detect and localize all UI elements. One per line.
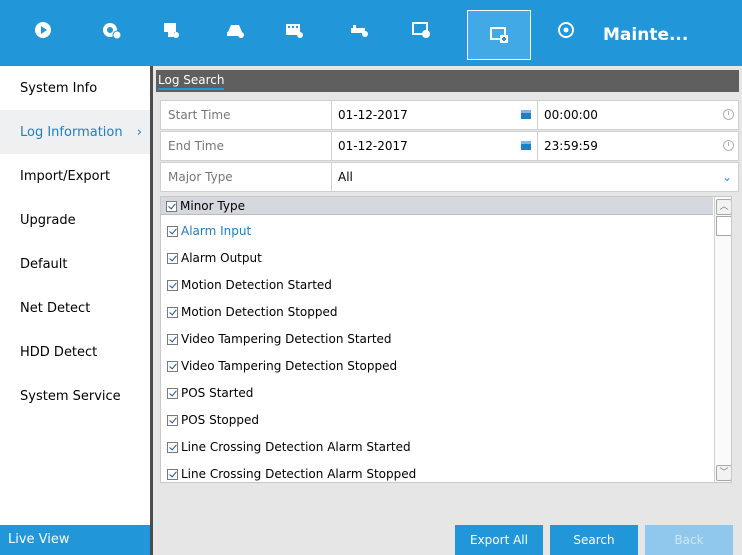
list-item-label: Alarm Output xyxy=(181,251,262,265)
checkbox[interactable] xyxy=(167,360,178,372)
list-item-label: Video Tampering Detection Started xyxy=(181,332,392,346)
back-button[interactable]: Back xyxy=(645,525,733,555)
sidebar-item-label: System Info xyxy=(20,80,98,96)
sidebar-item-label: Default xyxy=(20,256,68,272)
list-item-label: Motion Detection Stopped xyxy=(181,305,338,319)
sidebar-item-label: Upgrade xyxy=(20,212,76,228)
list-item[interactable]: Line Crossing Detection Alarm Stopped xyxy=(167,464,417,482)
checkbox[interactable] xyxy=(167,387,178,399)
panel-header: Log Search xyxy=(156,70,739,92)
list-item-label: Alarm Input xyxy=(181,224,252,238)
main-content: Log Search Start Time 01-12-2017 00:00:0… xyxy=(153,66,742,555)
live-view-button[interactable]: Live View xyxy=(0,525,150,555)
record-icon[interactable] xyxy=(152,12,190,48)
minor-type-header-checkbox[interactable]: Minor Type xyxy=(166,198,245,214)
list-item-label: POS Started xyxy=(181,386,254,400)
end-time-row: End Time 01-12-2017 23:59:59 xyxy=(160,131,739,161)
end-time-label: End Time xyxy=(161,132,332,160)
checkbox[interactable] xyxy=(167,414,178,426)
minor-type-list: Minor Type Alarm Input Alarm Output Moti… xyxy=(160,196,732,483)
chevron-down-icon[interactable]: ⌄ xyxy=(722,163,732,191)
list-item[interactable]: Video Tampering Detection Started xyxy=(167,329,392,349)
end-date-field[interactable]: 01-12-2017 xyxy=(332,132,538,160)
sidebar-item-system-service[interactable]: System Service xyxy=(0,374,150,418)
checkbox[interactable] xyxy=(167,225,178,237)
list-item[interactable]: Alarm Output xyxy=(167,248,262,268)
sidebar-item-upgrade[interactable]: Upgrade xyxy=(0,198,150,242)
major-type-row: Major Type All ⌄ xyxy=(160,162,739,192)
video-settings-icon[interactable] xyxy=(275,12,313,48)
list-item[interactable]: POS Stopped xyxy=(167,410,259,430)
major-type-label: Major Type xyxy=(161,163,332,191)
list-item-label: POS Stopped xyxy=(181,413,260,427)
list-item[interactable]: POS Started xyxy=(167,383,253,403)
start-date-field[interactable]: 01-12-2017 xyxy=(332,101,538,129)
calendar-icon[interactable] xyxy=(521,141,531,150)
sidebar-item-import-export[interactable]: Import/Export xyxy=(0,154,150,198)
checkbox[interactable] xyxy=(167,468,178,480)
export-all-button[interactable]: Export All xyxy=(455,525,543,555)
sidebar-item-label: HDD Detect xyxy=(20,344,98,360)
list-item[interactable]: Motion Detection Stopped xyxy=(167,302,338,322)
minor-type-header-label: Minor Type xyxy=(180,199,245,213)
list-item-label: Line Crossing Detection Alarm Started xyxy=(181,440,411,454)
start-time-field[interactable]: 00:00:00 xyxy=(538,101,738,129)
network-icon[interactable] xyxy=(340,12,378,48)
sidebar-item-label: System Service xyxy=(20,388,121,404)
checkbox[interactable] xyxy=(166,200,177,212)
end-time-field[interactable]: 23:59:59 xyxy=(538,132,738,160)
clock-icon[interactable] xyxy=(723,109,734,120)
list-item-label: Motion Detection Started xyxy=(181,278,332,292)
camera-settings-icon[interactable] xyxy=(92,12,130,48)
start-time-label: Start Time xyxy=(161,101,332,129)
major-type-select[interactable]: All xyxy=(332,163,732,191)
list-item[interactable]: Motion Detection Started xyxy=(167,275,332,295)
scrollbar[interactable]: ︿ ﹀ xyxy=(714,197,731,482)
top-navigation-bar: Mainte... xyxy=(0,0,742,66)
list-item[interactable]: Line Crossing Detection Alarm Started xyxy=(167,437,411,457)
tab-log-search[interactable]: Log Search xyxy=(158,73,225,90)
list-item-label: Video Tampering Detection Stopped xyxy=(181,359,398,373)
sidebar-item-label: Net Detect xyxy=(20,300,91,316)
scrollbar-thumb[interactable] xyxy=(716,216,731,236)
system-config-icon[interactable] xyxy=(402,12,440,48)
checkbox[interactable] xyxy=(167,306,178,318)
checkbox[interactable] xyxy=(167,441,178,453)
list-item[interactable]: Video Tampering Detection Stopped xyxy=(167,356,397,376)
sidebar-item-default[interactable]: Default xyxy=(0,242,150,286)
list-item-label: Line Crossing Detection Alarm Stopped xyxy=(181,467,417,481)
sidebar-item-net-detect[interactable]: Net Detect xyxy=(0,286,150,330)
sidebar: System Info Log Information › Import/Expo… xyxy=(0,66,150,555)
sidebar-item-system-info[interactable]: System Info xyxy=(0,66,150,110)
sidebar-item-log-information[interactable]: Log Information › xyxy=(0,110,150,154)
chevron-right-icon: › xyxy=(136,124,142,140)
checkbox[interactable] xyxy=(167,252,178,264)
sidebar-item-hdd-detect[interactable]: HDD Detect xyxy=(0,330,150,374)
scroll-up-icon[interactable]: ︿ xyxy=(716,199,731,215)
minor-type-header: Minor Type xyxy=(161,197,713,215)
scroll-down-icon[interactable]: ﹀ xyxy=(716,465,731,481)
sidebar-item-label: Log Information xyxy=(20,124,123,140)
list-item[interactable]: Alarm Input xyxy=(167,221,251,241)
clock-icon[interactable] xyxy=(723,140,734,151)
menu-label[interactable]: Mainte... xyxy=(603,25,688,45)
maintenance-icon[interactable] xyxy=(467,10,531,60)
calendar-icon[interactable] xyxy=(521,110,531,119)
checkbox[interactable] xyxy=(167,279,178,291)
search-button[interactable]: Search xyxy=(550,525,638,555)
playback-icon[interactable] xyxy=(24,12,62,48)
power-icon[interactable] xyxy=(547,12,585,48)
checkbox[interactable] xyxy=(167,333,178,345)
sidebar-item-label: Import/Export xyxy=(20,168,111,184)
start-time-row: Start Time 01-12-2017 00:00:00 xyxy=(160,100,739,130)
alarm-icon[interactable] xyxy=(216,12,254,48)
